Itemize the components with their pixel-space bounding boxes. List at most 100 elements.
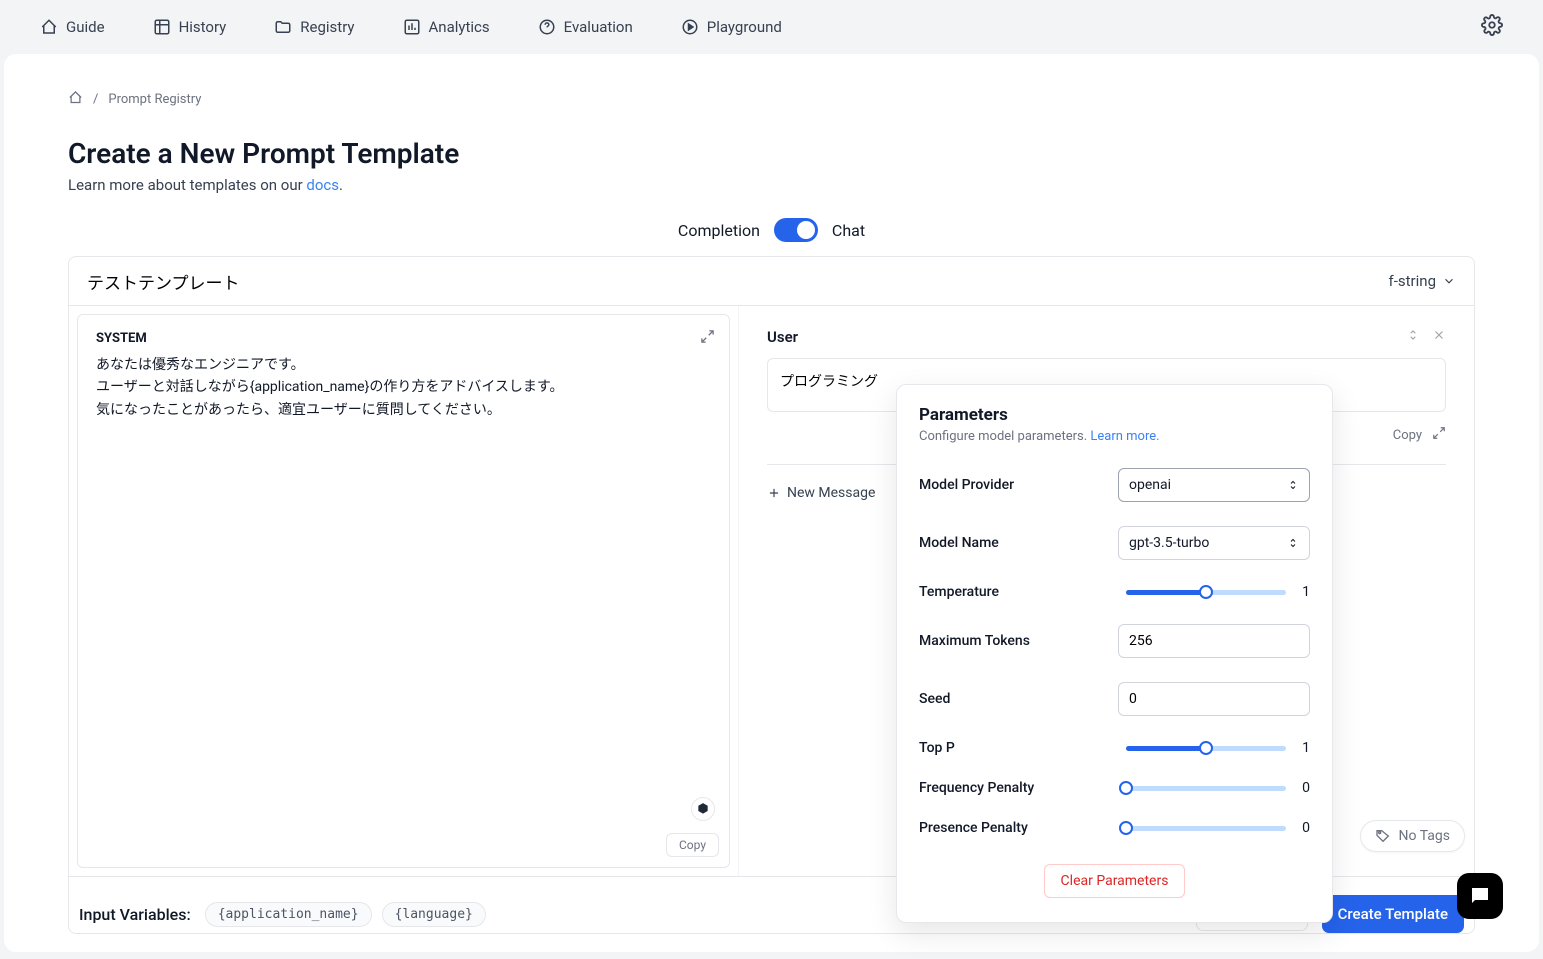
tags-button[interactable]: No Tags xyxy=(1360,820,1465,852)
mode-chat-label: Chat xyxy=(832,221,865,240)
breadcrumb-current[interactable]: Prompt Registry xyxy=(108,92,201,107)
param-pres-penalty: Presence Penalty 0 xyxy=(919,820,1310,836)
select-value: openai xyxy=(1129,477,1171,493)
expand-user-button[interactable] xyxy=(1432,426,1446,444)
param-freq-penalty: Frequency Penalty 0 xyxy=(919,780,1310,796)
popover-subtitle: Configure model parameters. Learn more. xyxy=(919,429,1310,444)
sort-icon xyxy=(1406,328,1420,342)
delete-message-button[interactable] xyxy=(1432,328,1446,346)
create-template-button[interactable]: Create Template xyxy=(1322,895,1464,933)
switch-knob xyxy=(797,221,815,239)
tag-icon xyxy=(1375,828,1391,844)
updown-icon xyxy=(1287,537,1299,549)
system-box: SYSTEM あなたは優秀なエンジニアです。 ユーザーと対話しながら{appli… xyxy=(77,314,730,868)
nav-label: Analytics xyxy=(429,18,490,36)
close-icon xyxy=(1432,328,1446,342)
parameters-popover: Parameters Configure model parameters. L… xyxy=(896,384,1333,923)
variable-chip[interactable]: {language} xyxy=(382,902,486,927)
freq-penalty-slider[interactable]: 0 xyxy=(1126,780,1310,796)
user-header-actions xyxy=(1406,328,1446,346)
main-card: / Prompt Registry Create a New Prompt Te… xyxy=(4,54,1539,952)
mode-switch[interactable] xyxy=(774,218,818,242)
chat-icon xyxy=(1468,884,1492,908)
param-label: Seed xyxy=(919,691,950,707)
breadcrumb: / Prompt Registry xyxy=(68,90,1475,109)
copy-system-button[interactable]: Copy xyxy=(666,833,719,857)
play-icon xyxy=(681,18,699,36)
param-top-p: Top P 1 xyxy=(919,740,1310,756)
tags-label: No Tags xyxy=(1399,828,1450,844)
plus-icon xyxy=(767,486,781,500)
expand-button[interactable] xyxy=(700,329,715,348)
gear-icon xyxy=(1481,14,1503,36)
param-label: Presence Penalty xyxy=(919,820,1028,836)
model-provider-select[interactable]: openai xyxy=(1118,468,1310,502)
editor-header: f-string xyxy=(69,257,1474,306)
updown-icon xyxy=(1287,479,1299,491)
param-max-tokens: Maximum Tokens xyxy=(919,624,1310,658)
breadcrumb-home[interactable] xyxy=(68,90,83,109)
reorder-button[interactable] xyxy=(1406,328,1420,346)
grid-icon xyxy=(153,18,171,36)
seed-input[interactable] xyxy=(1118,682,1310,716)
template-name-input[interactable] xyxy=(87,271,1389,291)
template-var-badge[interactable] xyxy=(691,797,715,821)
subtitle-suffix: . xyxy=(339,176,343,194)
popover-sub-text: Configure model parameters. xyxy=(919,429,1090,444)
format-value: f-string xyxy=(1389,272,1436,290)
param-temperature: Temperature 1 xyxy=(919,584,1310,600)
param-model-provider: Model Provider openai xyxy=(919,468,1310,502)
param-label: Maximum Tokens xyxy=(919,633,1030,649)
param-model-name: Model Name gpt-3.5-turbo xyxy=(919,526,1310,560)
help-icon xyxy=(538,18,556,36)
chevron-down-icon xyxy=(1442,274,1456,288)
breadcrumb-sep: / xyxy=(93,92,98,107)
format-select[interactable]: f-string xyxy=(1389,272,1456,290)
popover-title: Parameters xyxy=(919,405,1310,425)
nav-label: History xyxy=(179,18,227,36)
nav-label: Registry xyxy=(300,18,354,36)
param-label: Frequency Penalty xyxy=(919,780,1034,796)
learn-more-link[interactable]: Learn more. xyxy=(1090,429,1159,444)
subtitle-text: Learn more about templates on our xyxy=(68,176,306,194)
param-label: Temperature xyxy=(919,584,999,600)
nav-analytics[interactable]: Analytics xyxy=(403,18,490,36)
user-header: User xyxy=(767,328,1446,346)
param-seed: Seed xyxy=(919,682,1310,716)
top-nav: Guide History Registry Analytics Evaluat… xyxy=(0,0,1543,54)
folder-icon xyxy=(274,18,292,36)
nav-evaluation[interactable]: Evaluation xyxy=(538,18,633,36)
docs-link[interactable]: docs xyxy=(306,176,339,194)
home-icon xyxy=(40,18,58,36)
pres-penalty-slider[interactable]: 0 xyxy=(1126,820,1310,836)
intercom-launcher[interactable] xyxy=(1457,873,1503,919)
clear-parameters-button[interactable]: Clear Parameters xyxy=(1044,864,1186,898)
chart-icon xyxy=(403,18,421,36)
variable-chip[interactable]: {application_name} xyxy=(205,902,372,927)
home-icon xyxy=(68,90,83,105)
expand-icon xyxy=(1432,426,1446,440)
copy-user-button[interactable]: Copy xyxy=(1393,428,1422,443)
top-p-value: 1 xyxy=(1298,740,1310,756)
system-content[interactable]: あなたは優秀なエンジニアです。 ユーザーと対話しながら{application_… xyxy=(96,354,711,421)
system-pane: SYSTEM あなたは優秀なエンジニアです。 ユーザーと対話しながら{appli… xyxy=(69,306,739,876)
user-role-label[interactable]: User xyxy=(767,328,798,346)
param-label: Model Name xyxy=(919,535,999,551)
nav-playground[interactable]: Playground xyxy=(681,18,782,36)
nav-guide[interactable]: Guide xyxy=(40,18,105,36)
settings-button[interactable] xyxy=(1481,14,1503,40)
temperature-slider[interactable]: 1 xyxy=(1126,584,1310,600)
param-label: Top P xyxy=(919,740,955,756)
model-name-select[interactable]: gpt-3.5-turbo xyxy=(1118,526,1310,560)
top-p-slider[interactable]: 1 xyxy=(1126,740,1310,756)
nav-registry[interactable]: Registry xyxy=(274,18,354,36)
max-tokens-input[interactable] xyxy=(1118,624,1310,658)
select-value: gpt-3.5-turbo xyxy=(1129,535,1209,551)
pres-penalty-value: 0 xyxy=(1298,820,1310,836)
hexagon-icon xyxy=(696,802,710,816)
temperature-value: 1 xyxy=(1298,584,1310,600)
page-title: Create a New Prompt Template xyxy=(68,137,1475,170)
mode-completion-label: Completion xyxy=(678,221,760,240)
nav-history[interactable]: History xyxy=(153,18,227,36)
param-label: Model Provider xyxy=(919,477,1014,493)
